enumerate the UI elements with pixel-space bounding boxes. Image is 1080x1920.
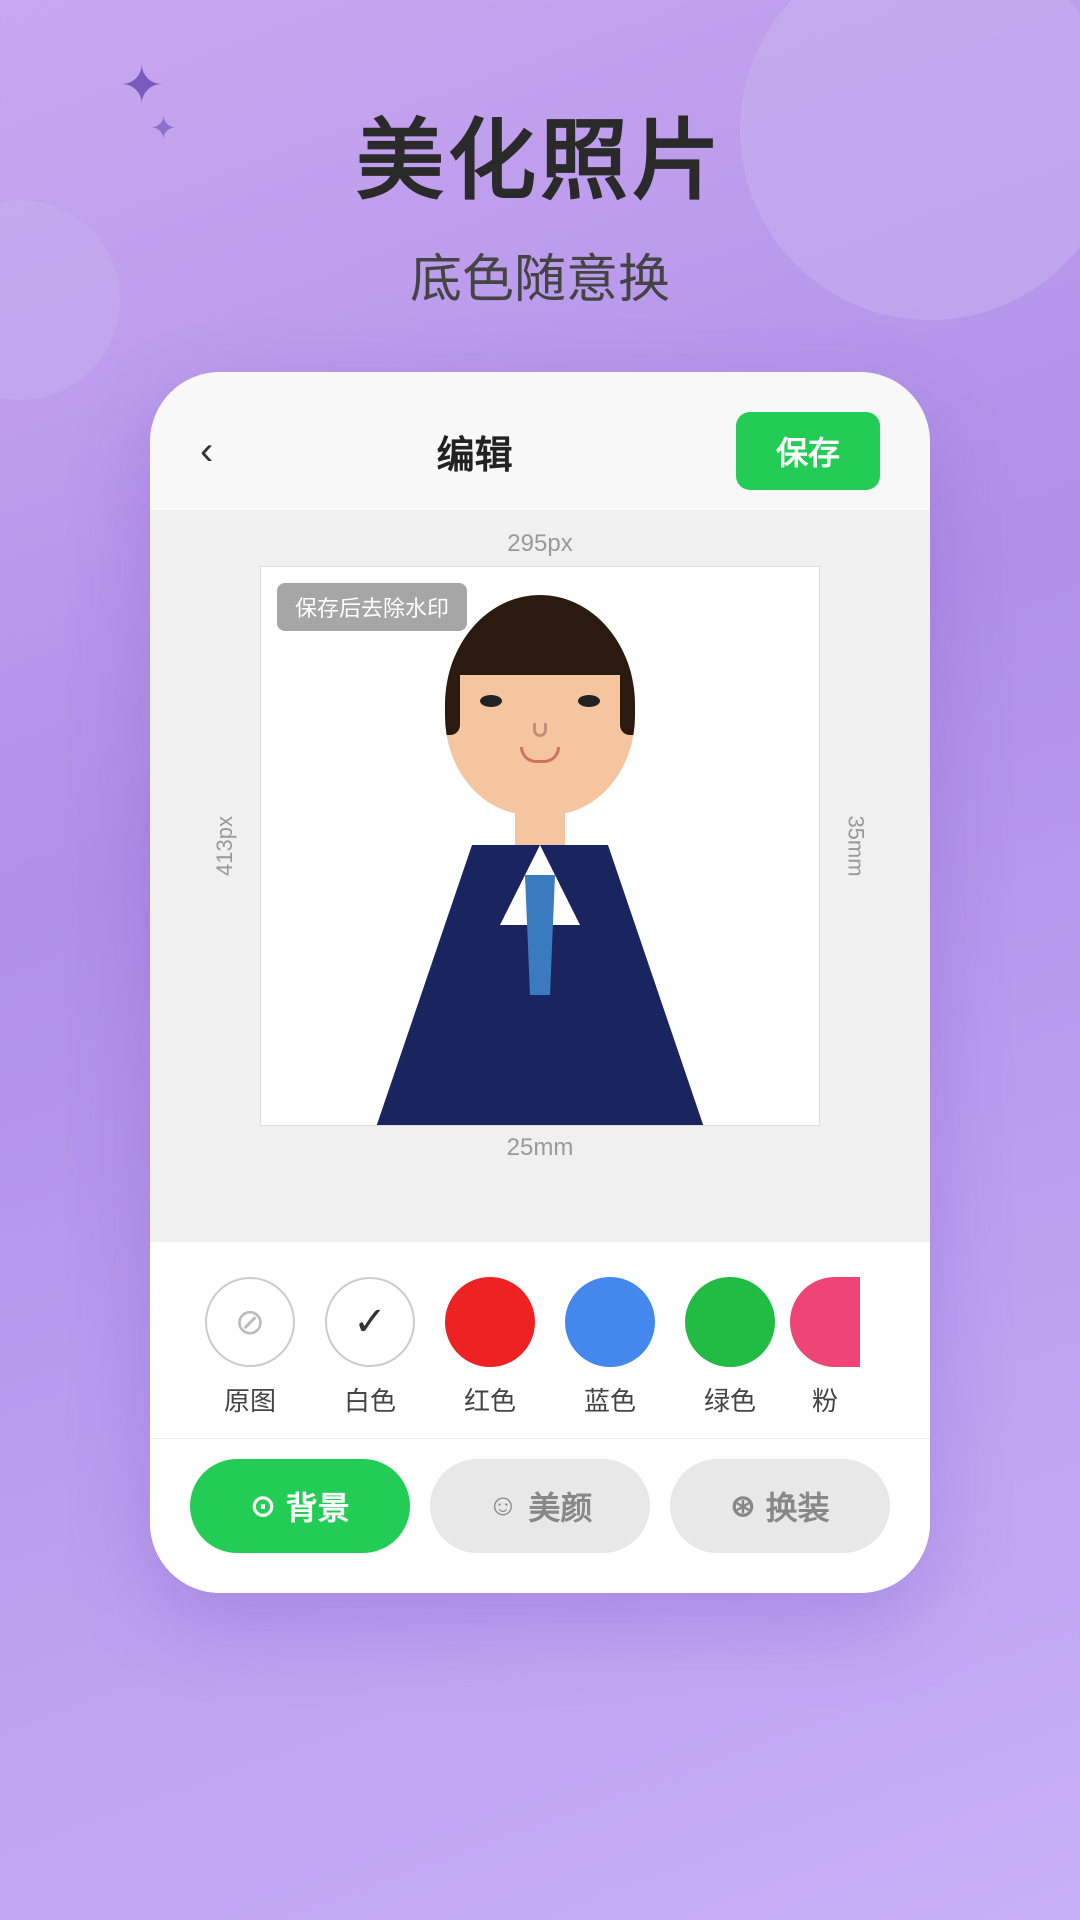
back-button[interactable]: ‹ xyxy=(200,429,213,474)
hair xyxy=(445,595,635,675)
eye-right xyxy=(578,695,600,707)
dimension-top: 295px xyxy=(507,530,572,558)
sparkle-small-icon: ✦ xyxy=(150,112,177,144)
color-item-pink[interactable]: 粉 xyxy=(790,1277,860,1418)
sparkle-large-icon: ✦ xyxy=(120,60,164,112)
nose xyxy=(533,723,547,737)
color-item-green[interactable]: 绿色 xyxy=(670,1277,790,1418)
person-figure xyxy=(370,585,710,1125)
color-label-red: 红色 xyxy=(464,1381,516,1418)
main-title: 美化照片 xyxy=(356,90,724,217)
beauty-icon: ☺ xyxy=(488,1489,519,1523)
eye-left xyxy=(480,695,502,707)
sub-title: 底色随意换 xyxy=(410,237,670,312)
gray-spacer xyxy=(150,1182,930,1242)
tab-background-label: 背景 xyxy=(286,1483,350,1529)
dimension-left: 413px xyxy=(212,816,238,876)
color-label-original: 原图 xyxy=(224,1381,276,1418)
portrait-bg xyxy=(261,567,819,1125)
photo-placeholder: 保存后去除水印 xyxy=(260,566,820,1126)
phone-title: 编辑 xyxy=(437,424,513,479)
color-circle-blue xyxy=(565,1277,655,1367)
phone-top-bar: ‹ 编辑 保存 xyxy=(150,372,930,510)
header-area: ✦ ✦ 美化照片 底色随意换 xyxy=(0,0,1080,372)
color-circle-green xyxy=(685,1277,775,1367)
dimension-bottom: 25mm xyxy=(507,1134,574,1162)
color-selector: ⊘ 原图 ✓ 白色 红色 蓝色 绿色 粉 xyxy=(150,1242,930,1438)
color-item-original[interactable]: ⊘ 原图 xyxy=(190,1277,310,1418)
mouth xyxy=(520,747,560,763)
color-label-blue: 蓝色 xyxy=(584,1381,636,1418)
photo-frame-wrapper: 413px 35mm 保存后去除水印 xyxy=(260,566,820,1126)
watermark-badge: 保存后去除水印 xyxy=(277,583,467,631)
tab-background[interactable]: ⊙ 背景 xyxy=(190,1459,410,1553)
color-label-white: 白色 xyxy=(344,1381,396,1418)
phone-mockup: ‹ 编辑 保存 295px 413px 35mm 保存后去除水印 xyxy=(150,372,930,1593)
check-icon: ✓ xyxy=(353,1299,387,1345)
photo-area: 295px 413px 35mm 保存后去除水印 xyxy=(150,510,930,1182)
tab-beauty[interactable]: ☺ 美颜 xyxy=(430,1459,650,1553)
bottom-tabs: ⊙ 背景 ☺ 美颜 ⊛ 换装 xyxy=(150,1438,930,1593)
color-item-red[interactable]: 红色 xyxy=(430,1277,550,1418)
dimension-right: 35mm xyxy=(843,815,869,876)
color-item-white[interactable]: ✓ 白色 xyxy=(310,1277,430,1418)
tab-outfit[interactable]: ⊛ 换装 xyxy=(670,1459,890,1553)
save-button[interactable]: 保存 xyxy=(736,412,880,490)
color-label-green: 绿色 xyxy=(704,1381,756,1418)
color-circle-white: ✓ xyxy=(325,1277,415,1367)
background-icon: ⊙ xyxy=(250,1489,275,1524)
color-circle-red xyxy=(445,1277,535,1367)
tab-beauty-label: 美颜 xyxy=(528,1483,592,1529)
head xyxy=(445,595,635,815)
eyes xyxy=(480,695,600,707)
color-circle-original: ⊘ xyxy=(205,1277,295,1367)
color-item-blue[interactable]: 蓝色 xyxy=(550,1277,670,1418)
no-color-icon: ⊘ xyxy=(235,1301,265,1343)
color-circle-pink xyxy=(790,1277,860,1367)
color-label-pink: 粉 xyxy=(812,1381,838,1418)
tab-outfit-label: 换装 xyxy=(766,1483,830,1529)
outfit-icon: ⊛ xyxy=(730,1489,755,1524)
